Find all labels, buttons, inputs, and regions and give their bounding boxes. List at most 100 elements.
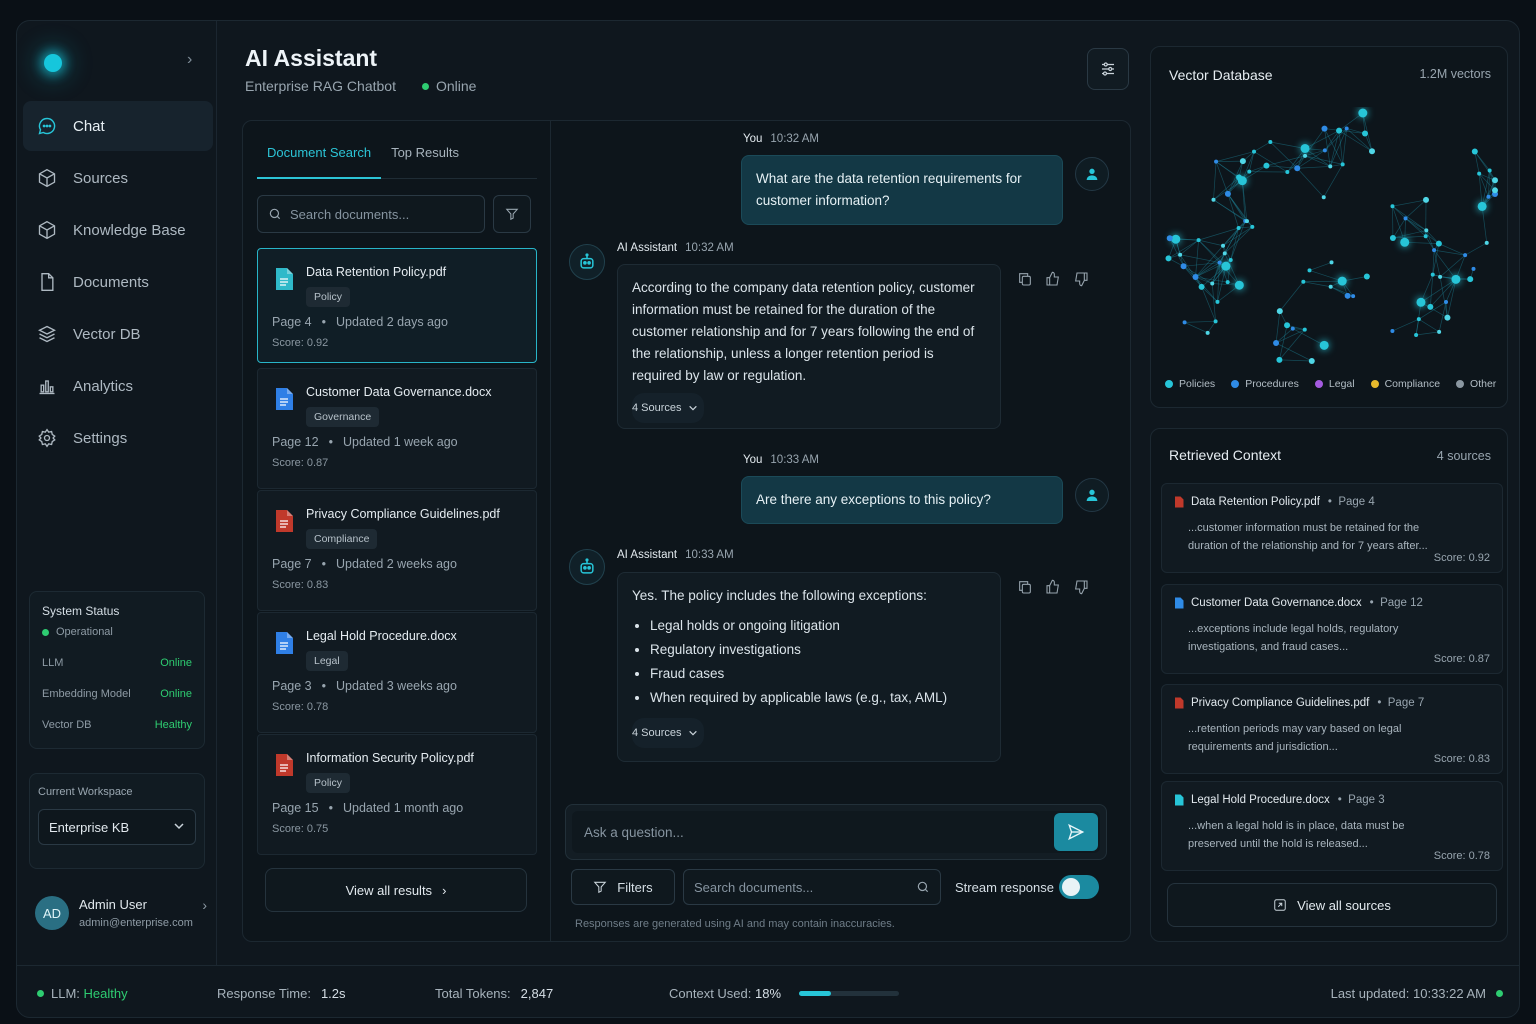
user-profile[interactable]: AD Admin User admin@enterprise.com › [35, 891, 207, 935]
network-node [1198, 283, 1205, 290]
settings-sliders-button[interactable] [1087, 48, 1129, 90]
thumbs-up-icon[interactable] [1045, 579, 1061, 595]
filters-button[interactable]: Filters [571, 869, 675, 905]
collapse-sidebar-icon[interactable]: › [187, 51, 192, 69]
network-node [1424, 228, 1429, 233]
retrieved-context-panel: Retrieved Context 4 sources Data Retenti… [1150, 428, 1508, 942]
sidebar-item-documents[interactable]: Documents [23, 257, 213, 307]
sidebar-item-sources[interactable]: Sources [23, 153, 213, 203]
user-message-bubble: What are the data retention requirements… [741, 155, 1063, 225]
copy-icon[interactable] [1017, 579, 1033, 595]
network-node [1400, 237, 1410, 247]
sources-toggle[interactable]: 4 Sources [632, 718, 704, 748]
context-source-card[interactable]: Legal Hold Procedure.docx • Page 3 ...when… [1161, 781, 1503, 871]
workspace-select[interactable]: Enterprise KB [38, 809, 196, 845]
sources-toggle[interactable]: 4 Sources [632, 393, 704, 423]
sidebar-item-vector-db[interactable]: Vector DB [23, 309, 213, 359]
sidebar-item-analytics[interactable]: Analytics [23, 361, 213, 411]
network-edge [1324, 128, 1347, 151]
sidebar-item-settings[interactable]: Settings [23, 413, 213, 463]
network-node [1319, 340, 1329, 350]
document-result-card[interactable]: Privacy Compliance Guidelines.pdf Complia… [257, 490, 537, 611]
footer-context-used: Context Used: 18% [669, 986, 900, 1001]
network-node [1268, 140, 1273, 145]
network-node [1340, 162, 1345, 167]
context-source-card[interactable]: Data Retention Policy.pdf • Page 4 ...cust… [1161, 483, 1503, 573]
tab-top-results[interactable]: Top Results [381, 141, 469, 179]
network-node [1444, 314, 1451, 321]
network-node [1328, 164, 1333, 169]
view-all-sources-button[interactable]: View all sources [1167, 883, 1497, 927]
network-edge [1211, 283, 1216, 322]
network-edge [1309, 270, 1343, 282]
stream-response-toggle[interactable] [1059, 875, 1099, 899]
network-edge [1464, 242, 1487, 256]
document-result-card[interactable]: Information Security Policy.pdf Policy Pag… [257, 734, 537, 855]
context-score: Score: 0.87 [1433, 653, 1490, 665]
document-result-card[interactable]: Data Retention Policy.pdf Policy Page 4 • Up… [257, 248, 537, 363]
network-edge [1303, 281, 1331, 288]
list-item: Fraud cases [650, 663, 986, 684]
message-time: 10:32 AM [770, 133, 819, 145]
network-edge [1279, 359, 1312, 362]
chat-input[interactable]: Ask a question... [572, 811, 1100, 853]
thumbs-down-icon[interactable] [1073, 579, 1089, 595]
network-node [1321, 125, 1328, 132]
legend-label: Procedures [1245, 378, 1299, 390]
network-node [1328, 284, 1333, 289]
document-panel: Document Search Top Results Search docum… [243, 121, 551, 941]
network-node [1344, 292, 1351, 299]
network-node [1263, 162, 1270, 169]
main-panel: Document Search Top Results Search docum… [242, 120, 1131, 942]
network-node [1180, 263, 1187, 270]
network-edge [1425, 230, 1435, 251]
network-node [1221, 261, 1231, 271]
sidebar-item-chat[interactable]: Chat [23, 101, 213, 151]
document-result-card[interactable]: Legal Hold Procedure.docx Legal Page 3 • Upd… [257, 612, 537, 733]
network-edge [1304, 130, 1340, 149]
sidebar-item-label: Chat [73, 117, 105, 135]
user-avatar-icon [1075, 478, 1109, 512]
view-all-results-button[interactable]: View all results › [265, 868, 527, 912]
thumbs-down-icon[interactable] [1073, 271, 1089, 287]
network-node [1322, 148, 1327, 153]
network-edge [1253, 141, 1271, 152]
network-edge [1279, 281, 1304, 312]
analytics-icon [37, 376, 57, 396]
system-status-title: System Status [42, 604, 120, 618]
legend-item: Legal [1314, 378, 1355, 390]
system-status-label: Operational [56, 626, 113, 638]
copy-icon[interactable] [1017, 271, 1033, 287]
document-result-card[interactable]: Customer Data Governance.docx Governance P… [257, 368, 537, 489]
network-node [1423, 234, 1428, 239]
legend-item: Compliance [1370, 378, 1440, 390]
network-node [1290, 326, 1295, 331]
chat-document-search-input[interactable]: Search documents... [683, 869, 941, 905]
retrieved-context-title: Retrieved Context [1169, 447, 1282, 463]
network-node [1444, 299, 1449, 304]
network-edge [1309, 262, 1332, 271]
footer-value: 2,847 [520, 986, 554, 1001]
file-icon [274, 267, 294, 296]
network-node [1205, 330, 1210, 335]
sidebar-item-knowledge-base[interactable]: Knowledge Base [23, 205, 213, 255]
thumbs-up-icon[interactable] [1045, 271, 1061, 287]
tab-document-search[interactable]: Document Search [257, 141, 382, 179]
document-search-input[interactable]: Search documents... [257, 195, 485, 233]
context-excerpt: ...customer information must be retained… [1188, 522, 1428, 552]
network-edge [1207, 321, 1216, 334]
network-edge [1184, 322, 1208, 334]
network-node [1484, 240, 1489, 245]
file-icon [1175, 794, 1184, 806]
user-name: Admin User [79, 897, 147, 912]
context-source-card[interactable]: Privacy Compliance Guidelines.pdf • Page … [1161, 684, 1503, 774]
message-author: You [743, 454, 763, 466]
send-button[interactable] [1054, 813, 1098, 851]
filter-button[interactable] [493, 195, 531, 233]
footer-label: Total Tokens: [435, 986, 511, 1001]
sources-label: 4 Sources [632, 727, 682, 739]
network-node [1438, 274, 1443, 279]
network-edge [1392, 318, 1419, 332]
context-source-card[interactable]: Customer Data Governance.docx • Page 12..… [1161, 584, 1503, 674]
chevron-right-icon: › [442, 882, 447, 898]
